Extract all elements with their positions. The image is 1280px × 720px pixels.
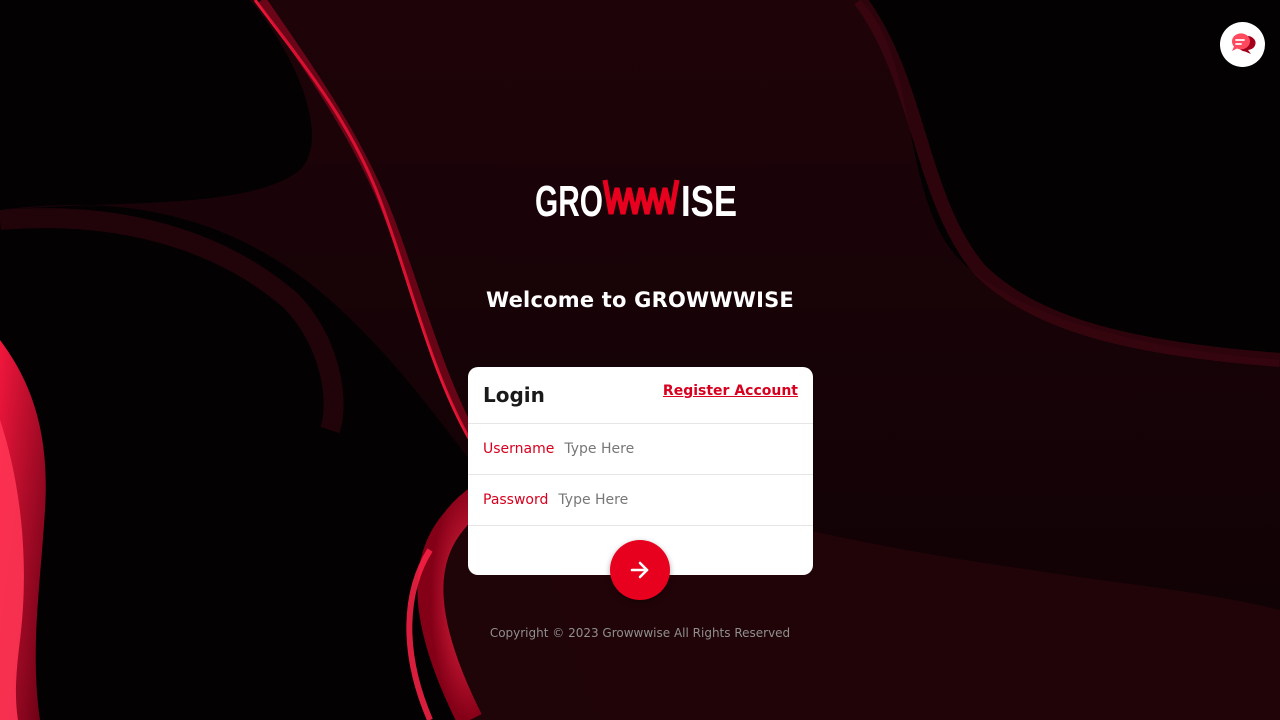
chat-widget-button[interactable] — [1220, 22, 1265, 67]
username-input[interactable] — [564, 441, 795, 457]
logo-graphic: GRO ISE — [535, 177, 737, 226]
svg-text:GRO: GRO — [535, 177, 603, 226]
username-label: Username — [483, 441, 555, 457]
svg-text:ISE: ISE — [681, 177, 737, 226]
login-card-header: Login Register Account — [468, 367, 813, 424]
welcome-heading: Welcome to GROWWWISE — [486, 288, 794, 312]
password-input[interactable] — [558, 492, 789, 508]
login-submit-button[interactable] — [610, 540, 670, 600]
password-row: Password — [468, 475, 813, 526]
login-page: GRO ISE Welcome to GROWWWISE Login Regis… — [0, 0, 1280, 720]
background-waves — [0, 0, 1280, 720]
arrow-right-icon — [630, 561, 649, 579]
password-label: Password — [483, 492, 549, 508]
copyright-text: Copyright © 2023 Growwwise All Rights Re… — [489, 626, 791, 640]
chat-bubbles-icon — [1231, 32, 1256, 54]
username-row: Username — [468, 424, 813, 475]
growwwise-logo: GRO ISE — [0, 170, 1280, 230]
login-title: Login — [483, 383, 545, 407]
register-account-link[interactable]: Register Account — [663, 383, 798, 399]
